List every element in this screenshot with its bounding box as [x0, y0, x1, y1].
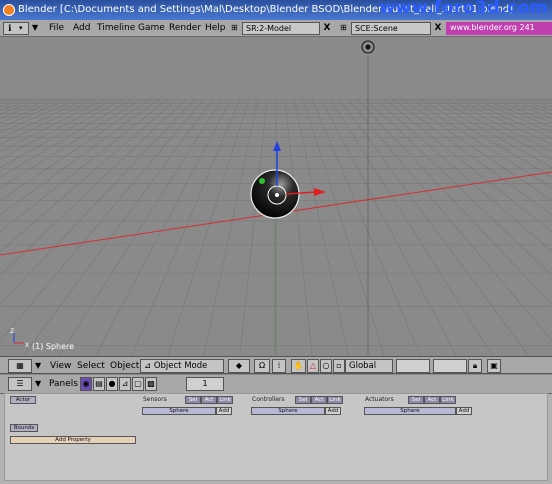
info-icon: ℹ [8, 24, 12, 34]
scale-toggle[interactable]: ▫ [333, 359, 345, 373]
object-name-label: (1) Sphere [32, 342, 75, 351]
bounds-toggle[interactable]: Bounds [10, 424, 38, 432]
scene-icon: ▩ [147, 379, 155, 388]
controllers-link-button[interactable]: Link [327, 396, 343, 404]
rotate-toggle[interactable]: ○ [320, 359, 332, 373]
info-window-type-button[interactable]: ℹ ▾ [3, 22, 29, 35]
shading-icon: ● [108, 379, 116, 388]
grid-window-icon: ▦ [16, 361, 24, 370]
lock-icon: 🔒︎ [472, 361, 478, 370]
sensors-sel-button[interactable]: Sel [185, 396, 201, 404]
controllers-object-field[interactable]: Sphere [251, 407, 325, 415]
screen-browse-icon[interactable]: ⊞ [231, 23, 238, 32]
sensors-link-button[interactable]: Link [217, 396, 233, 404]
frame-field[interactable]: 1 [186, 377, 224, 391]
collapse-triangle-icon[interactable]: ▼ [32, 23, 38, 32]
manipulator-toggle[interactable]: ✋ [291, 359, 306, 373]
actuators-link-button[interactable]: Link [440, 396, 456, 404]
3d-view-window-type-button[interactable]: ▦ [8, 359, 32, 373]
actor-toggle[interactable]: Actor [10, 396, 36, 404]
layer-buttons-row-2[interactable] [433, 359, 467, 373]
screen-delete-button[interactable]: X [321, 22, 333, 35]
logic-context-tab[interactable]: ◉ [80, 377, 92, 391]
sensors-object-field[interactable]: Sphere [142, 407, 216, 415]
editing-context-tab[interactable]: ▢ [132, 377, 144, 391]
add-property-button[interactable]: Add Property [10, 436, 136, 444]
object-mode-icon: ⊿ [144, 361, 152, 371]
menu-render[interactable]: Render [169, 23, 201, 33]
render-preview-button[interactable]: ▣ [487, 359, 501, 373]
lock-layers-button[interactable]: 🔒︎ [468, 359, 482, 373]
circle-icon: ○ [322, 361, 330, 370]
watermark: www.foro3d.com [379, 0, 548, 18]
scene-browse-icon[interactable]: ⊞ [340, 23, 347, 32]
layer-buttons-row-1[interactable] [396, 359, 430, 373]
buttons-header: ☰ ▼ Panels ◉ ▤ ● ⊿ ▢ ▩ 1 [0, 375, 552, 394]
triangle-icon: △ [309, 361, 317, 370]
axis-x-label: X [25, 342, 29, 349]
panels-label: Panels [49, 379, 78, 389]
menu-game[interactable]: Game [138, 23, 165, 33]
3d-view-header: ▦ ▼ View Select Object ⊿ Object Mode ◆ Ω… [0, 356, 552, 374]
draw-type-button[interactable]: ◆ [228, 359, 250, 373]
scene-context-tab[interactable]: ▩ [145, 377, 157, 391]
object-context-tab[interactable]: ⊿ [119, 377, 131, 391]
translate-toggle[interactable]: △ [307, 359, 319, 373]
sensors-title: Sensors [143, 396, 167, 403]
actuators-act-button[interactable]: Act [424, 396, 440, 404]
object-icon: ⊿ [121, 379, 129, 388]
blender-url: www.blender.org 241 [446, 22, 552, 35]
actuators-add-button[interactable]: Add [456, 407, 472, 415]
sensors-add-button[interactable]: Add [216, 407, 232, 415]
actuators-title: Actuators [365, 396, 394, 403]
blender-logo-icon [3, 4, 15, 16]
buttons-window: ☰ ▼ Panels ◉ ▤ ● ⊿ ▢ ▩ 1 Actor Bounds Ad… [0, 375, 552, 484]
frame-value: 1 [202, 379, 208, 388]
sphere-green-marker [259, 178, 265, 184]
list-icon: ☰ [16, 379, 24, 388]
3d-viewport[interactable]: Z X (1) Sphere [0, 37, 552, 355]
menu-help[interactable]: Help [205, 23, 226, 33]
screen-field[interactable]: SR:2-Model [242, 22, 320, 35]
pivot-button[interactable]: Ω [254, 359, 270, 373]
menu-add[interactable]: Add [73, 23, 90, 33]
editing-icon: ▢ [134, 379, 142, 388]
controllers-act-button[interactable]: Act [311, 396, 327, 404]
logic-panel: Actor Bounds Add Property Sensors Sel Ac… [4, 393, 548, 481]
menu-view[interactable]: View [50, 361, 71, 371]
collapse-triangle-icon[interactable]: ▼ [35, 379, 41, 388]
square-icon: ▫ [336, 361, 342, 370]
image-icon: ▣ [490, 361, 498, 370]
logic-icon: ◉ [82, 379, 90, 388]
hand-icon: ✋ [293, 361, 304, 370]
buttons-window-type-button[interactable]: ☰ [8, 377, 32, 391]
script-icon: ▤ [95, 379, 103, 388]
snap-button[interactable]: ⁞ [272, 359, 286, 373]
viewport-scene: Z X [0, 37, 552, 355]
controllers-title: Controllers [252, 396, 285, 403]
actuators-object-field[interactable]: Sphere [364, 407, 456, 415]
menu-object[interactable]: Object [110, 361, 139, 371]
top-menu-bar: ℹ ▾ ▼ File Add Timeline Game Render Help… [0, 20, 552, 37]
orientation-select[interactable]: Global [345, 359, 393, 373]
scene-field[interactable]: SCE:Scene [351, 22, 431, 35]
script-context-tab[interactable]: ▤ [93, 377, 105, 391]
menu-timeline[interactable]: Timeline [97, 23, 135, 33]
mode-value: Object Mode [153, 361, 208, 371]
controllers-sel-button[interactable]: Sel [295, 396, 311, 404]
sensors-act-button[interactable]: Act [201, 396, 217, 404]
shading-context-tab[interactable]: ● [106, 377, 118, 391]
controllers-add-button[interactable]: Add [325, 407, 341, 415]
axis-z-label: Z [10, 328, 14, 335]
collapse-triangle-icon[interactable]: ▼ [35, 361, 41, 370]
actuators-sel-button[interactable]: Sel [408, 396, 424, 404]
menu-select[interactable]: Select [77, 361, 105, 371]
chevron-down-icon: ▾ [19, 24, 23, 32]
scene-delete-button[interactable]: X [432, 22, 444, 35]
mode-select[interactable]: ⊿ Object Mode [140, 359, 224, 373]
menu-file[interactable]: File [49, 23, 64, 33]
snap-icon: ⁞ [277, 361, 281, 370]
pivot-icon: Ω [258, 361, 266, 370]
draw-type-icon: ◆ [235, 361, 243, 370]
